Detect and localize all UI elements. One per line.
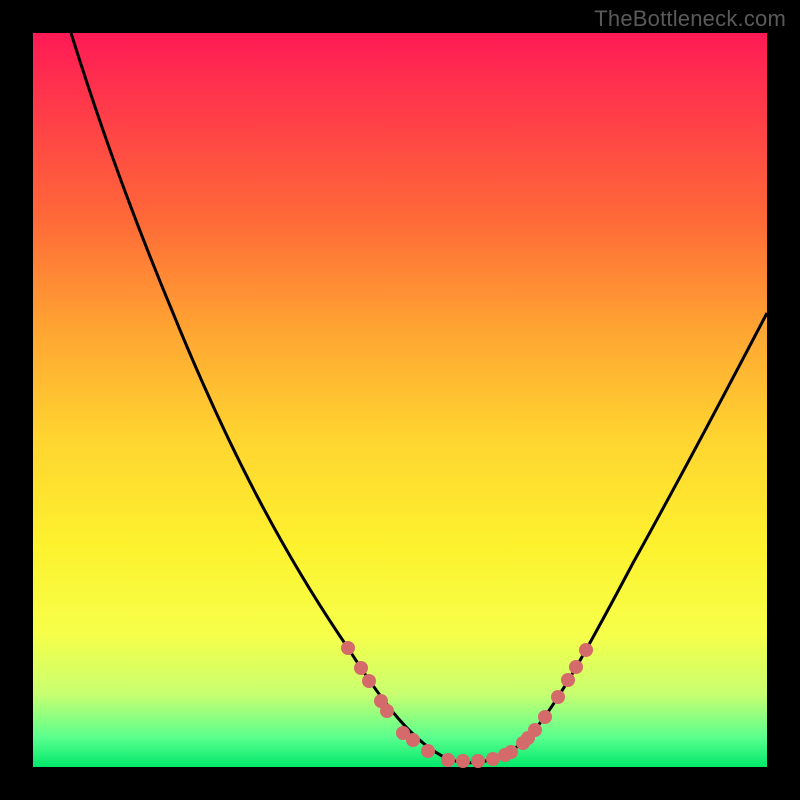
watermark-text: TheBottleneck.com <box>594 6 786 32</box>
chart-frame: TheBottleneck.com <box>0 0 800 800</box>
plot-gradient-background <box>33 33 767 767</box>
